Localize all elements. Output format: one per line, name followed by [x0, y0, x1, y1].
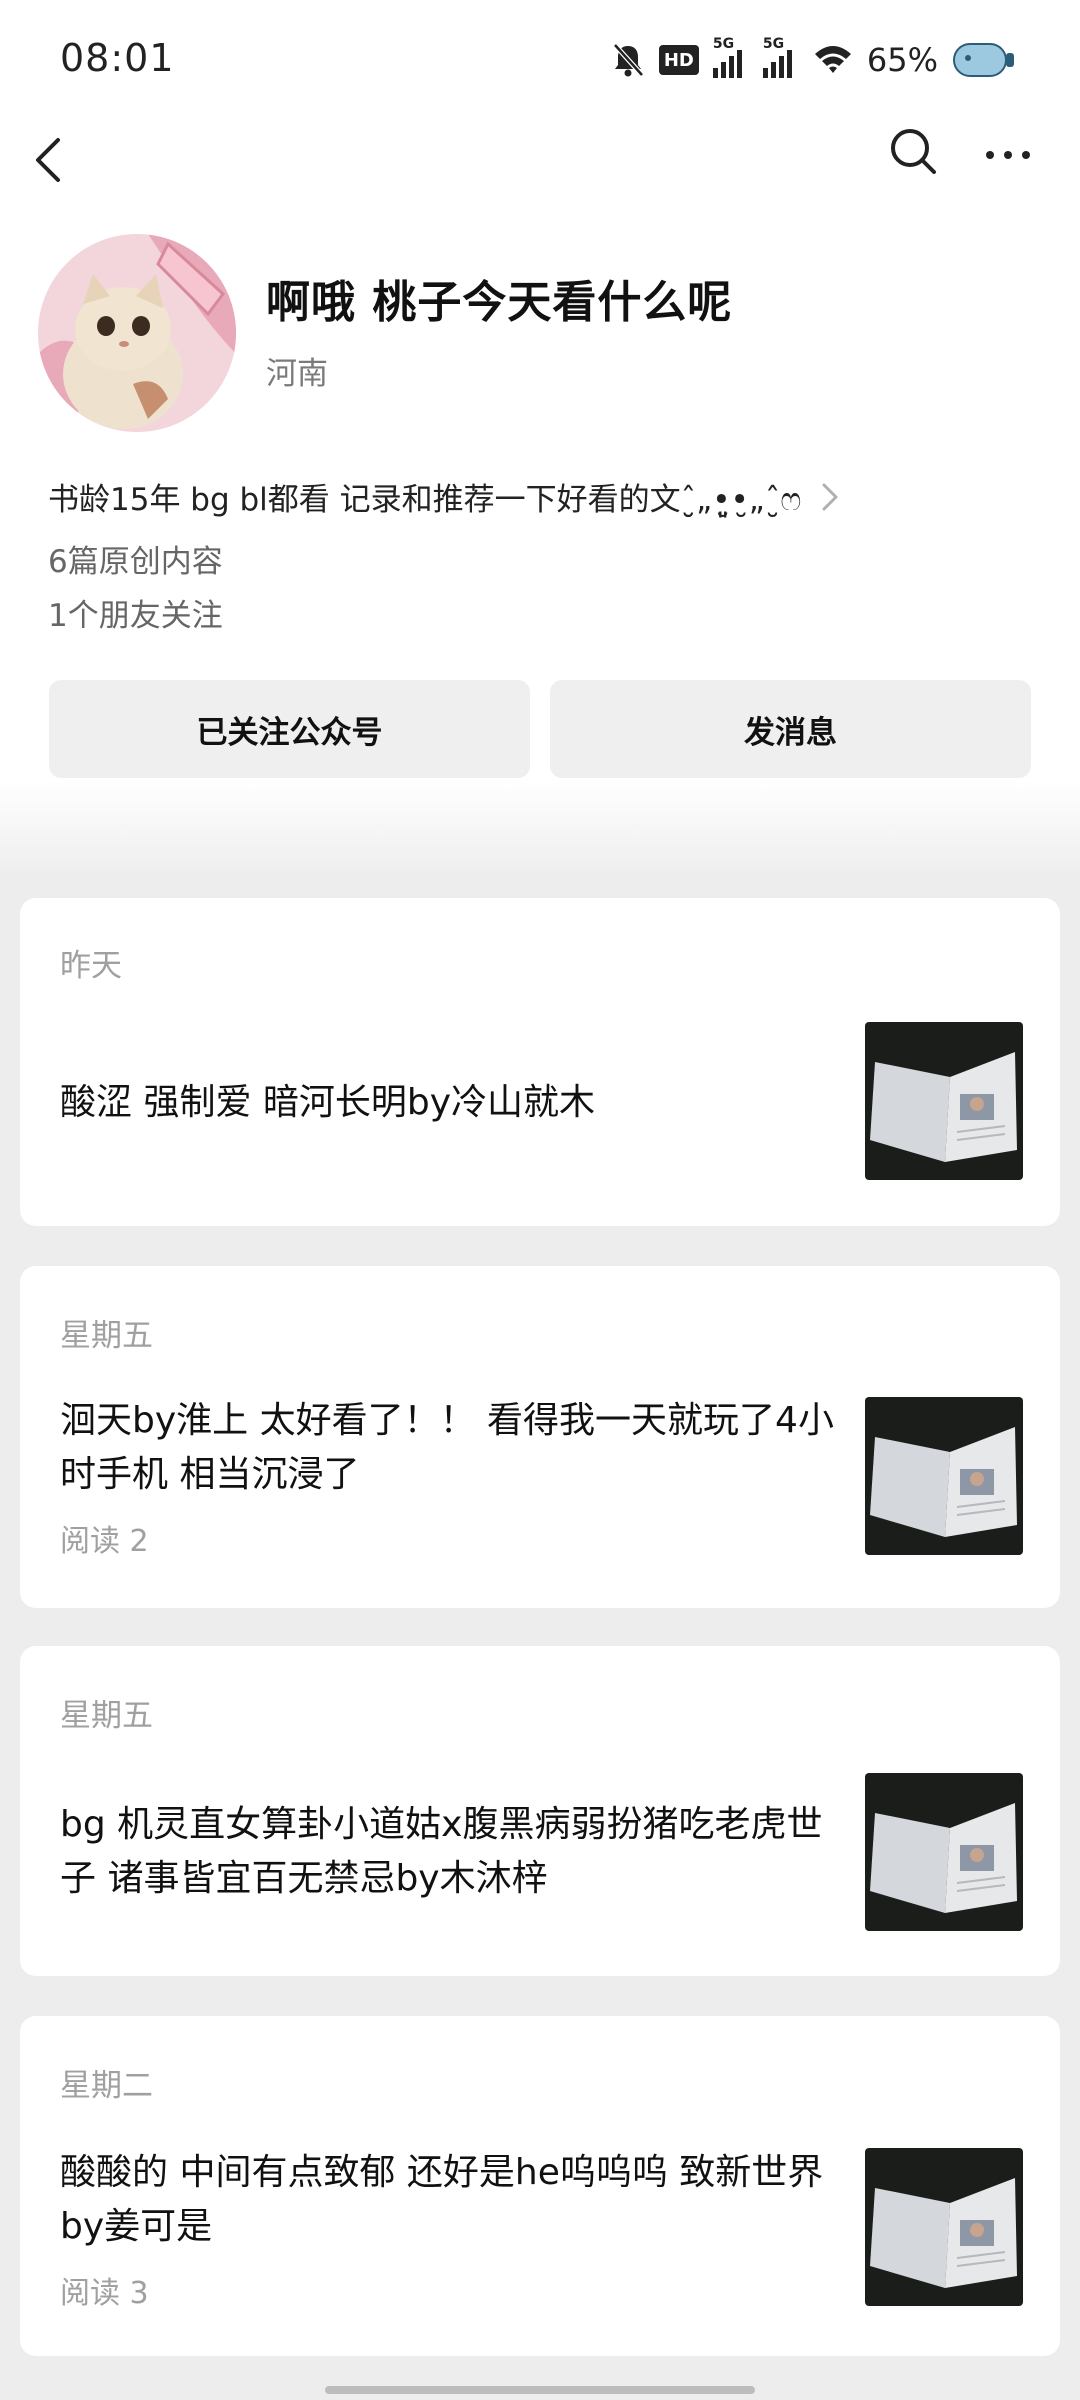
- bio-row[interactable]: 书龄15年 bg bl都看 记录和推荐一下好看的文ˆ̮̮„•͈̮•̮„ˆ̮ෆ: [48, 474, 928, 519]
- cellular-signal-icon: 5G: [762, 36, 799, 78]
- article-read-count: 阅读 3: [60, 2276, 149, 2311]
- article-title: 洄天by淮上 太好看了！！ 看得我一天就玩了4小时手机 相当沉浸了: [60, 1400, 834, 1495]
- article-thumbnail: [865, 2148, 1023, 2306]
- article-date: 星期二: [60, 2068, 153, 2104]
- network-label: 5G: [712, 36, 735, 52]
- avatar[interactable]: [38, 234, 236, 432]
- search-icon[interactable]: [888, 126, 938, 176]
- article-card[interactable]: 星期五 bg 机灵直女算卦小道姑x腹黑病弱扮猪吃老虎世子 诸事皆宜百无禁忌by木…: [20, 1646, 1060, 1976]
- article-title: bg 机灵直女算卦小道姑x腹黑病弱扮猪吃老虎世子 诸事皆宜百无禁忌by木沐梓: [60, 1804, 823, 1899]
- article-date: 昨天: [60, 948, 122, 984]
- more-icon[interactable]: [986, 140, 1034, 170]
- battery-icon: [953, 43, 1014, 77]
- article-card[interactable]: 星期五 洄天by淮上 太好看了！！ 看得我一天就玩了4小时手机 相当沉浸了 阅读…: [20, 1266, 1060, 1608]
- home-indicator[interactable]: [325, 2386, 755, 2394]
- article-title: 酸涩 强制爱 暗河长明by冷山就木: [60, 1082, 596, 1123]
- avatar-cat-image: [38, 234, 236, 432]
- status-time: 08:01: [60, 36, 175, 80]
- article-date: 星期五: [60, 1698, 153, 1734]
- article-title: 酸酸的 中间有点致郁 还好是he呜呜呜 致新世界by姜可是: [60, 2152, 824, 2247]
- hd-icon: HD: [658, 45, 699, 75]
- status-bar: 08:01 HD 5G 5G 65%: [0, 0, 1080, 120]
- article-date: 星期五: [60, 1318, 153, 1354]
- article-card[interactable]: 星期二 酸酸的 中间有点致郁 还好是he呜呜呜 致新世界by姜可是 阅读 3: [20, 2016, 1060, 2356]
- battery-percentage: 65%: [866, 41, 938, 79]
- account-region: 河南: [266, 356, 328, 392]
- network-label: 5G: [762, 36, 785, 52]
- followed-button[interactable]: 已关注公众号: [49, 680, 530, 778]
- article-thumbnail: [865, 1773, 1023, 1931]
- send-message-button[interactable]: 发消息: [550, 680, 1031, 778]
- back-chevron-icon[interactable]: [30, 130, 70, 190]
- chevron-right-icon: [822, 483, 838, 510]
- cellular-signal-icon: 5G: [712, 36, 749, 78]
- article-card[interactable]: 昨天 酸涩 强制爱 暗河长明by冷山就木: [20, 898, 1060, 1226]
- friends-following[interactable]: 1个朋友关注: [48, 590, 223, 635]
- status-icons: HD 5G 5G 65%: [611, 36, 1016, 82]
- article-thumbnail: [865, 1022, 1023, 1180]
- account-bio: 书龄15年 bg bl都看 记录和推荐一下好看的文ˆ̮̮„•͈̮•̮„ˆ̮ෆ: [48, 482, 802, 518]
- article-thumbnail: [865, 1397, 1023, 1555]
- article-read-count: 阅读 2: [60, 1524, 149, 1559]
- original-content-count[interactable]: 6篇原创内容: [48, 536, 223, 581]
- divider-gradient: [0, 780, 1080, 880]
- wifi-icon: [814, 46, 851, 73]
- bell-off-icon: [613, 43, 644, 77]
- account-name: 啊哦 桃子今天看什么呢: [266, 277, 733, 328]
